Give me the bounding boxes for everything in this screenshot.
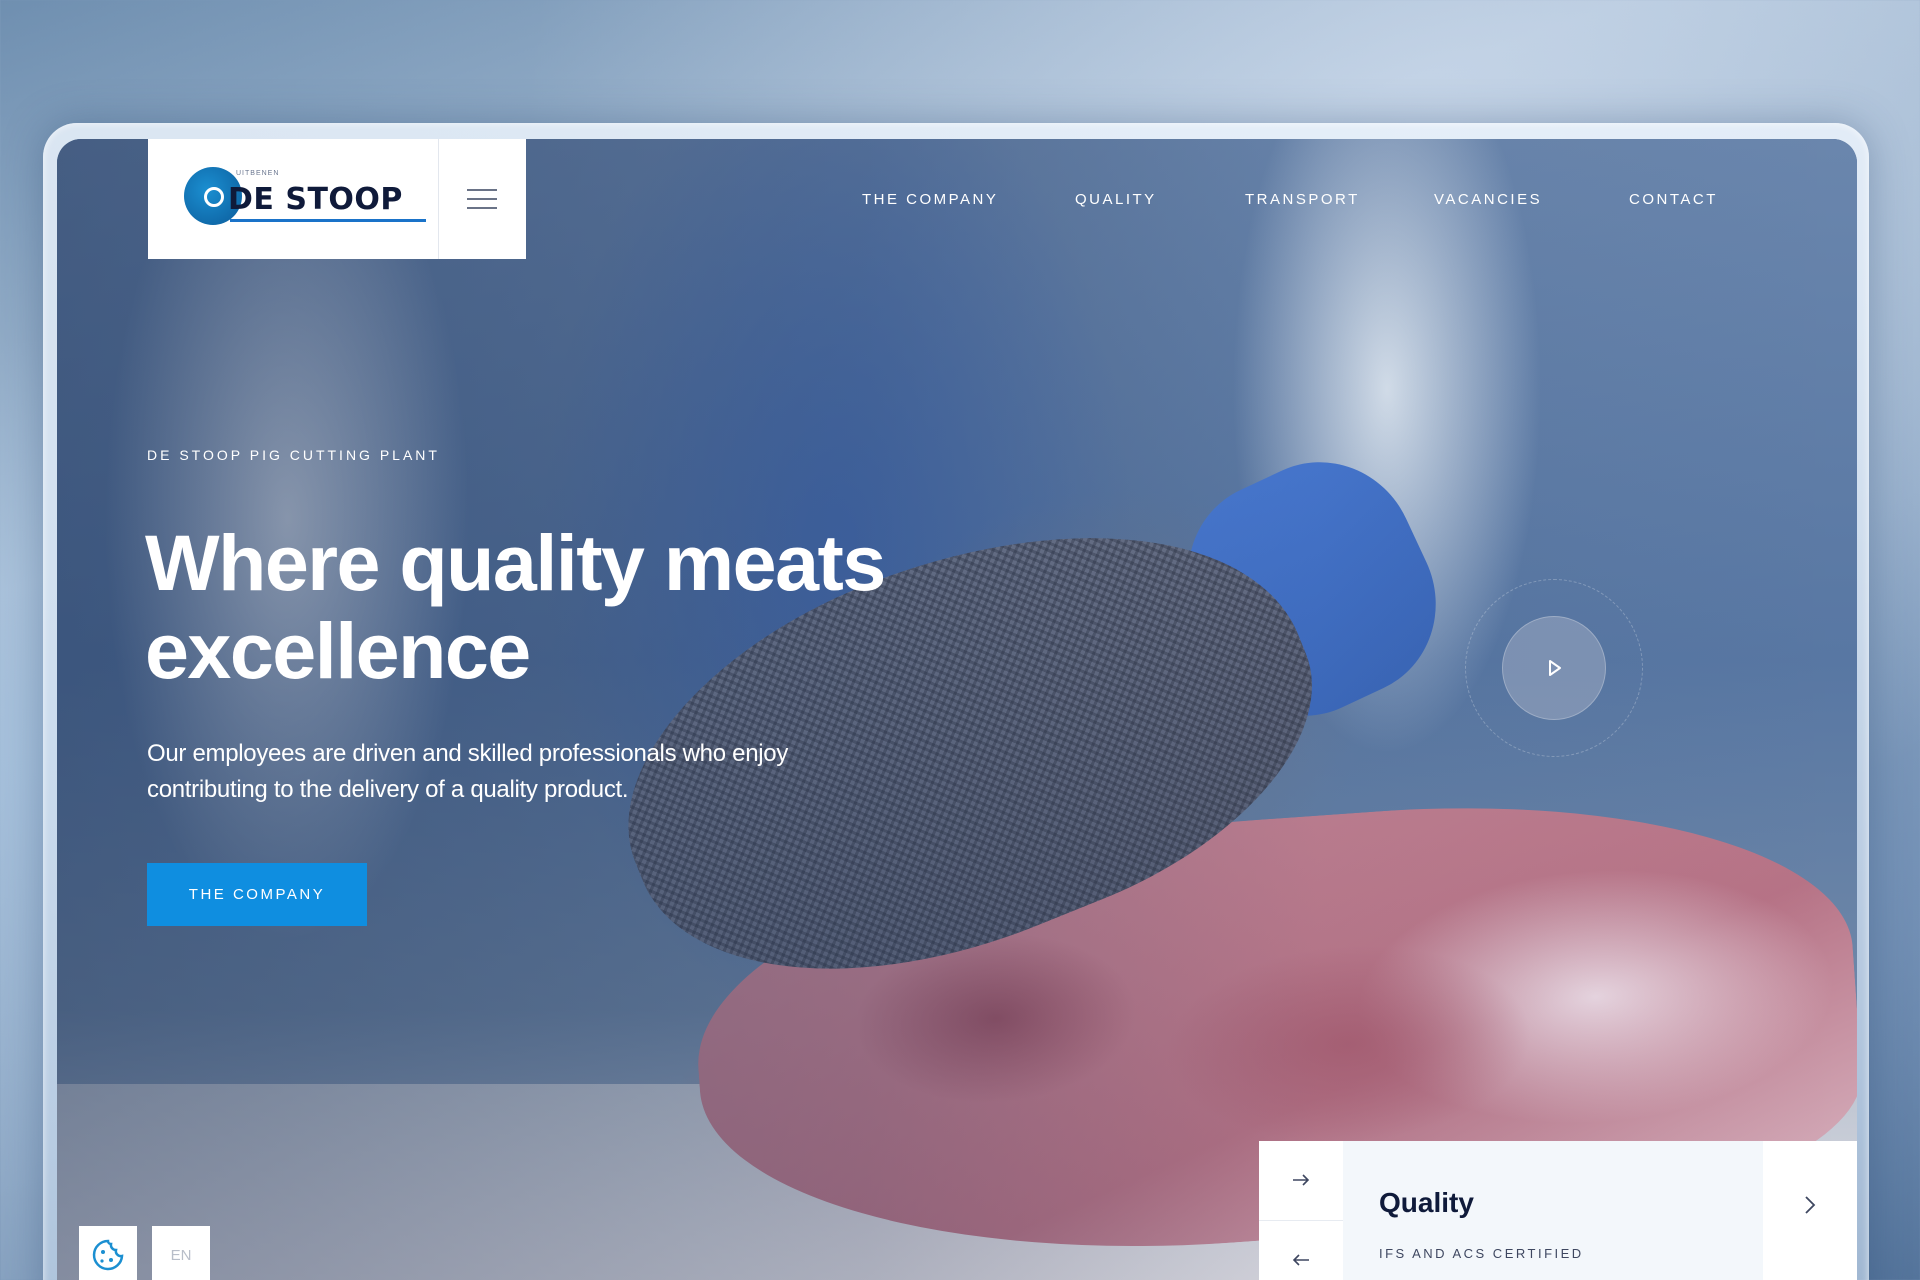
chevron-right-icon (1805, 1196, 1816, 1214)
cookie-settings-button[interactable] (79, 1226, 137, 1280)
nav-item-transport[interactable]: TRANSPORT (1245, 191, 1360, 208)
play-icon (1549, 660, 1561, 676)
nav-item-contact[interactable]: CONTACT (1629, 191, 1718, 208)
cookie-icon (92, 1239, 124, 1271)
hero-subtext: Our employees are driven and skilled pro… (147, 736, 927, 808)
nav-item-the-company[interactable]: THE COMPANY (862, 191, 998, 208)
hero-headline-line-2: excellence (145, 606, 531, 695)
hero-headline: Where quality meats excellence (145, 519, 1045, 695)
nav-item-quality[interactable]: QUALITY (1075, 191, 1157, 208)
slide-subtitle: IFS AND ACS CERTIFIED (1379, 1246, 1584, 1261)
logo-small-text: UITBENEN (236, 170, 280, 177)
slide-title: Quality (1379, 1187, 1474, 1218)
arrow-left-icon (1292, 1254, 1309, 1266)
hero-headline-line-1: Where quality meats (145, 518, 886, 607)
hero-subtext-line-2: contributing to the delivery of a qualit… (147, 776, 629, 803)
play-video-button[interactable] (1502, 616, 1606, 720)
main-nav: THE COMPANY QUALITY TRANSPORT VACANCIES … (57, 191, 1857, 221)
slide-quality[interactable]: Quality IFS AND ACS CERTIFIED (1343, 1141, 1763, 1280)
slide-open-button[interactable] (1763, 1141, 1857, 1280)
hero-eyebrow: DE STOOP PIG CUTTING PLANT (147, 447, 440, 463)
nav-item-vacancies[interactable]: VACANCIES (1434, 191, 1542, 208)
slider-arrows (1259, 1141, 1343, 1280)
slider-next-button[interactable] (1259, 1141, 1343, 1221)
the-company-button[interactable]: THE COMPANY (147, 863, 367, 926)
slider-prev-button[interactable] (1259, 1221, 1343, 1280)
language-switcher[interactable]: EN (152, 1226, 210, 1280)
feature-slider-card: Quality IFS AND ACS CERTIFIED (1259, 1141, 1857, 1280)
arrow-right-icon (1293, 1174, 1310, 1186)
website-screen: UITBENEN DE STOOP THE COMPANY QUALITY TR… (57, 139, 1857, 1280)
hero-subtext-line-1: Our employees are driven and skilled pro… (147, 740, 789, 767)
